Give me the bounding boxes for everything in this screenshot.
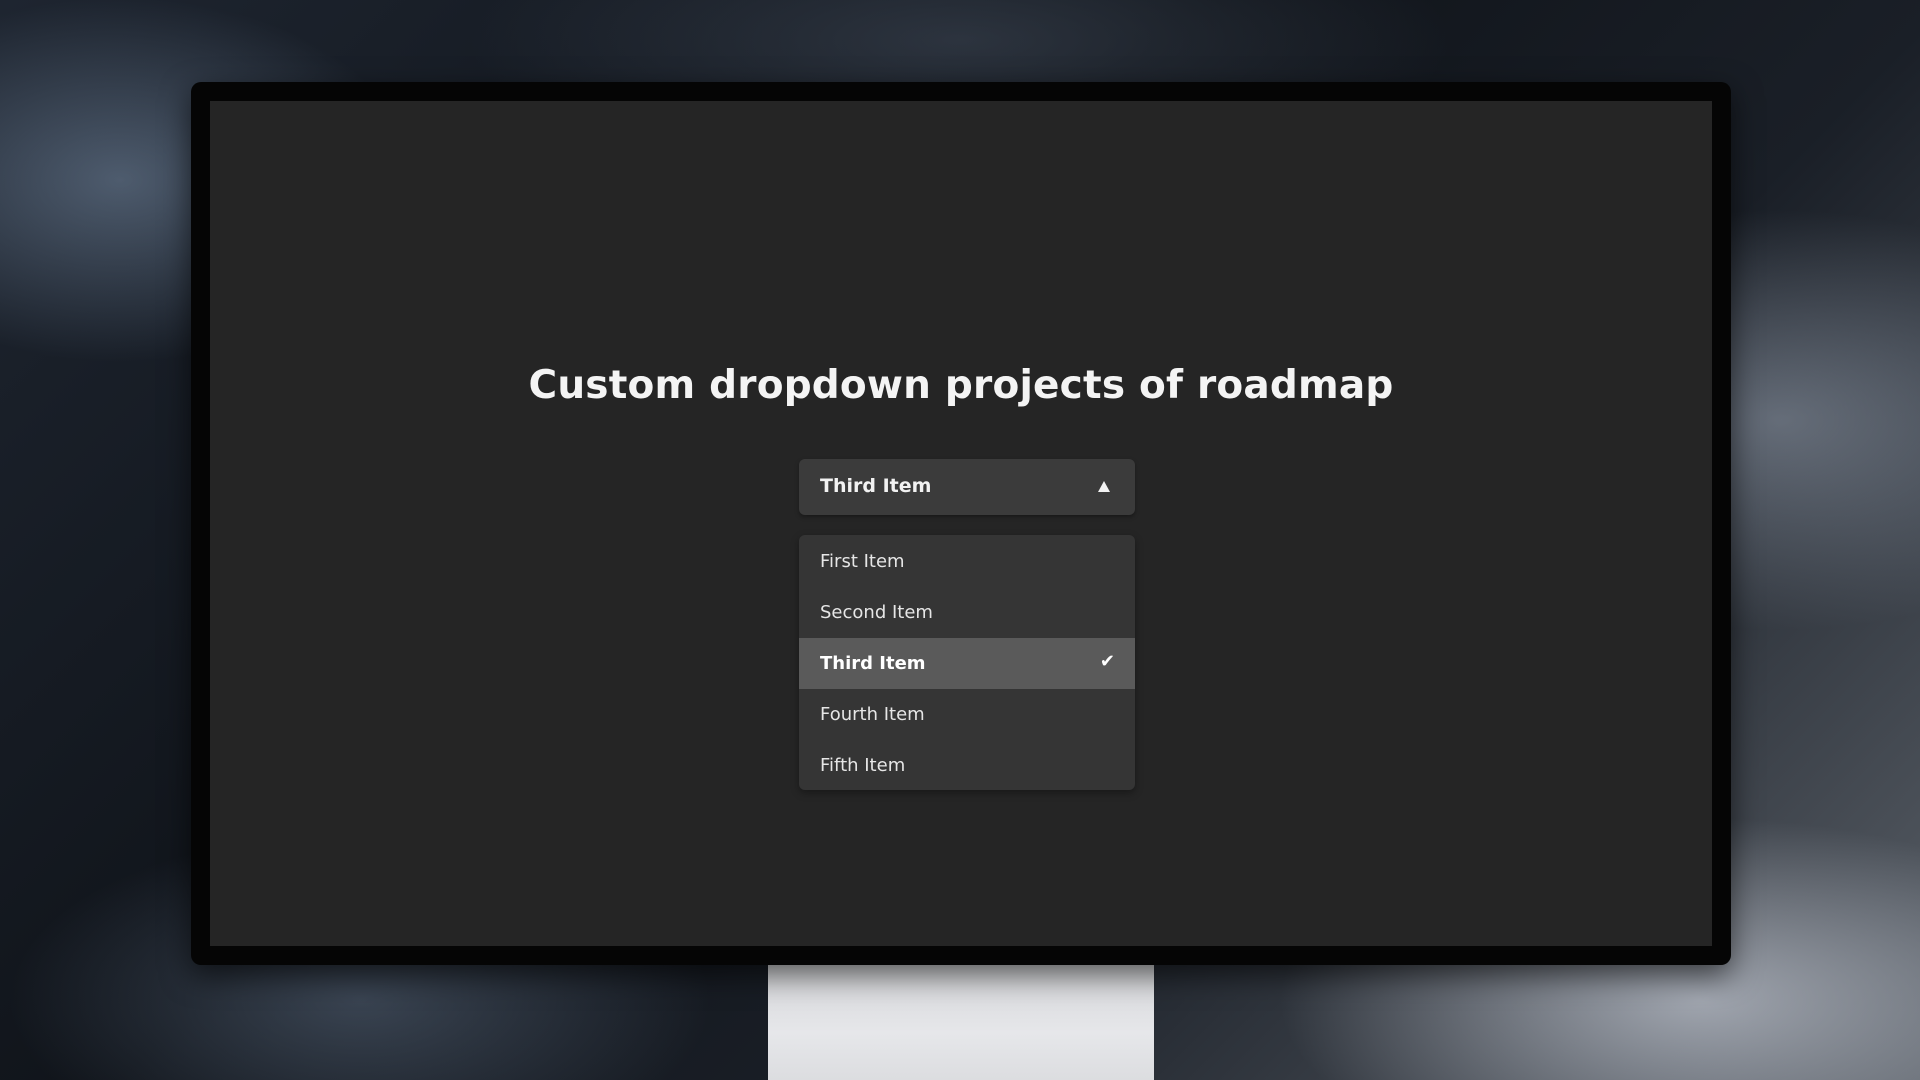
- dropdown-option-label: First Item: [820, 551, 905, 572]
- dropdown-option-label: Fourth Item: [820, 704, 925, 725]
- monitor-stand: [768, 962, 1154, 1080]
- dropdown-selected-value: Third Item: [820, 475, 932, 497]
- dropdown-option-first[interactable]: First Item: [799, 536, 1135, 587]
- caret-up-icon[interactable]: [1098, 481, 1110, 492]
- dropdown-option-second[interactable]: Second Item: [799, 587, 1135, 638]
- dropdown-option-label: Fifth Item: [820, 755, 906, 776]
- monitor-screen: Custom dropdown projects of roadmap Thir…: [210, 101, 1712, 946]
- dropdown-option-label: Second Item: [820, 602, 933, 623]
- dropdown-select[interactable]: Third Item: [799, 459, 1135, 515]
- dropdown-option-label: Third Item: [820, 653, 926, 674]
- dropdown-option-fourth[interactable]: Fourth Item: [799, 689, 1135, 740]
- check-icon: ✔: [1099, 651, 1115, 672]
- dropdown-option-third[interactable]: Third Item ✔: [799, 638, 1135, 689]
- dropdown-option-fifth[interactable]: Fifth Item: [799, 740, 1135, 790]
- dropdown-options-list: First Item Second Item Third Item ✔ Four…: [799, 535, 1135, 790]
- page-title: Custom dropdown projects of roadmap: [528, 363, 1394, 408]
